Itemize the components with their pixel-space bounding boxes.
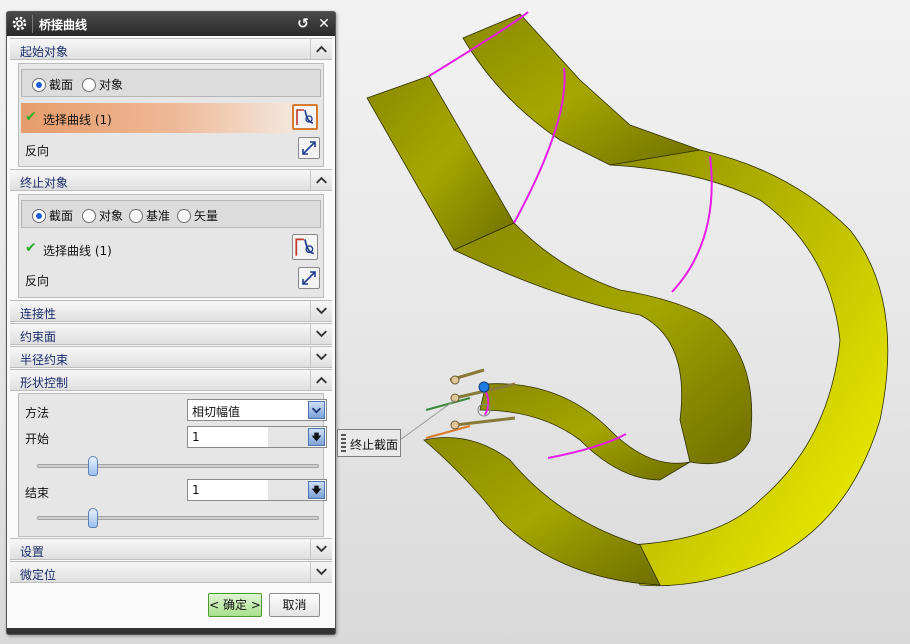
radio-end-datum[interactable]: 基准 (129, 207, 170, 224)
radio-end-section[interactable]: 截面 (32, 207, 73, 224)
dialog-bottom-strip (7, 628, 335, 634)
field-shade (268, 480, 308, 500)
radio-indicator (129, 208, 143, 223)
reverse-icon[interactable] (298, 137, 320, 159)
chevron-up-icon[interactable] (310, 170, 332, 190)
radio-indicator (82, 77, 96, 92)
radio-indicator (82, 208, 96, 223)
end-slider-thumb[interactable] (88, 508, 99, 528)
radio-start-object-label: 对象 (99, 78, 124, 92)
end-select-curve-row[interactable]: ✔ 选择曲线 (1) (21, 234, 293, 264)
start-value-field[interactable]: 1 (187, 426, 327, 448)
start-select-curve-row[interactable]: ✔ 选择曲线 (1) (21, 103, 293, 133)
radio-end-section-label: 截面 (49, 209, 74, 223)
section-radius-constraint-header[interactable]: 半径约束 (10, 346, 332, 368)
radio-start-section[interactable]: 截面 (32, 76, 73, 93)
section-settings-header[interactable]: 设置 (10, 538, 332, 560)
radio-start-object[interactable]: 对象 (82, 76, 123, 93)
close-icon[interactable]: ✕ (315, 15, 333, 33)
chevron-down-icon[interactable] (310, 539, 332, 559)
radio-end-vector-label: 矢量 (194, 209, 219, 223)
chevron-down-icon[interactable] (310, 562, 332, 582)
radio-selected-indicator (32, 208, 46, 223)
chevron-down-icon[interactable] (310, 301, 332, 321)
start-surface-strip[interactable] (366, 75, 515, 251)
start-slider-track[interactable] (37, 464, 319, 468)
radio-end-object[interactable]: 对象 (82, 207, 123, 224)
end-type-radio-group: 截面 对象 基准 矢量 (21, 200, 321, 228)
end-value-text: 1 (192, 483, 200, 497)
surface-model[interactable] (366, 13, 889, 587)
reverse-icon[interactable] (298, 267, 320, 289)
dropdown-arrow-icon[interactable] (308, 401, 325, 419)
bridge-curve-dialog: 桥接曲线 ↺ ✕ 起始对象 截面 对象 ✔ 选择曲线 (1) 反向 终止对象 截… (6, 11, 336, 635)
section-shape-control-header[interactable]: 形状控制 (10, 369, 332, 391)
radio-end-vector[interactable]: 矢量 (177, 207, 218, 224)
start-reverse-label: 反向 (25, 144, 50, 158)
method-dropdown[interactable]: 相切幅值 (187, 399, 327, 421)
dropdown-arrow-icon[interactable] (308, 481, 325, 499)
check-icon: ✔ (25, 240, 37, 256)
section-end-object-header[interactable]: 终止对象 (10, 169, 332, 191)
upper-band[interactable] (462, 13, 701, 166)
check-icon: ✔ (25, 109, 37, 125)
start-select-curve-label: 选择曲线 (1) (43, 113, 112, 127)
section-constraint-face-label: 约束面 (20, 330, 57, 344)
section-shape-control-label: 形状控制 (20, 376, 69, 390)
graphics-viewport[interactable] (336, 0, 910, 644)
section-settings-label: 设置 (20, 545, 45, 559)
start-label: 开始 (25, 432, 50, 446)
section-start-object-header[interactable]: 起始对象 (10, 38, 332, 60)
section-connectivity-header[interactable]: 连接性 (10, 300, 332, 322)
section-end-object-label: 终止对象 (20, 176, 69, 190)
end-label: 结束 (25, 486, 50, 500)
chevron-up-icon[interactable] (310, 39, 332, 59)
ok-button[interactable]: < 确定 > (208, 593, 262, 617)
titlebar-divider (32, 15, 33, 33)
select-curve-icon[interactable] (292, 104, 318, 130)
reset-icon[interactable]: ↺ (294, 15, 312, 33)
end-slider-track[interactable] (37, 516, 319, 520)
section-fine-position-header[interactable]: 微定位 (10, 561, 332, 583)
select-curve-icon[interactable] (292, 234, 318, 260)
start-value-text: 1 (192, 430, 200, 444)
tooltip-label: 终止截面 (350, 438, 399, 452)
radio-start-section-label: 截面 (49, 78, 74, 92)
dialog-titlebar: 桥接曲线 ↺ ✕ (7, 12, 335, 36)
section-start-object-label: 起始对象 (20, 45, 69, 59)
tooltip-grip (341, 434, 346, 452)
chevron-down-icon[interactable] (310, 347, 332, 367)
method-label: 方法 (25, 406, 50, 420)
radio-selected-indicator (32, 77, 46, 92)
method-dropdown-value: 相切幅值 (192, 405, 241, 419)
start-slider-thumb[interactable] (88, 456, 99, 476)
end-select-curve-label: 选择曲线 (1) (43, 244, 112, 258)
radio-end-object-label: 对象 (99, 209, 124, 223)
field-shade (268, 427, 308, 447)
outer-band[interactable] (609, 149, 889, 587)
cancel-button[interactable]: 取消 (269, 593, 320, 617)
radio-indicator (177, 208, 191, 223)
end-section-tooltip: 终止截面 (337, 429, 401, 457)
end-reverse-label: 反向 (25, 274, 50, 288)
end-value-field[interactable]: 1 (187, 479, 327, 501)
radio-end-datum-label: 基准 (146, 209, 171, 223)
dropdown-arrow-icon[interactable] (308, 428, 325, 446)
chevron-down-icon[interactable] (310, 324, 332, 344)
start-type-radio-group: 截面 对象 (21, 69, 321, 97)
section-radius-constraint-label: 半径约束 (20, 353, 69, 367)
section-constraint-face-header[interactable]: 约束面 (10, 323, 332, 345)
section-connectivity-label: 连接性 (20, 307, 57, 321)
dialog-title: 桥接曲线 (39, 18, 88, 32)
section-fine-position-label: 微定位 (20, 568, 57, 582)
chevron-up-icon[interactable] (310, 370, 332, 390)
gear-icon[interactable] (11, 15, 28, 32)
